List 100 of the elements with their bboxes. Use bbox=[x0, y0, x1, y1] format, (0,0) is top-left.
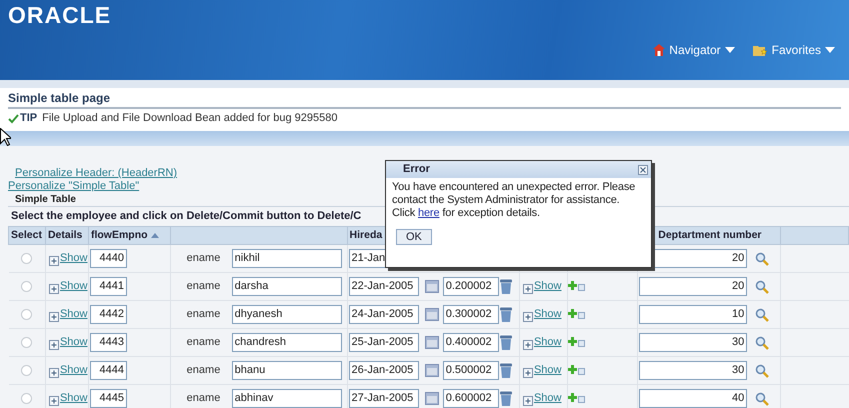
expand-icon[interactable] bbox=[48, 368, 59, 378]
folder-icon bbox=[752, 44, 768, 56]
expand-icon[interactable] bbox=[48, 340, 59, 350]
personalize-link[interactable]: Personalize Header: (HeaderRN) bbox=[15, 167, 178, 180]
column-header[interactable]: Details bbox=[45, 226, 88, 244]
search-icon[interactable] bbox=[755, 308, 770, 322]
ok-button[interactable]: OK bbox=[396, 229, 432, 245]
empno-field[interactable]: 4441 bbox=[90, 277, 127, 296]
show-link[interactable]: Show bbox=[60, 334, 88, 351]
error-message: You have encountered an unexpected error. Please contact the System Administrator for assistance. Click here for exception details. bbox=[391, 180, 636, 220]
rate-field[interactable]: 0.200002 bbox=[442, 277, 499, 296]
rate-field[interactable]: 0.500002 bbox=[442, 361, 499, 380]
row-radio[interactable] bbox=[21, 392, 32, 404]
empno-field[interactable]: 4443 bbox=[90, 333, 127, 352]
empno-field[interactable]: 4445 bbox=[90, 389, 127, 408]
search-icon[interactable] bbox=[755, 392, 770, 406]
expand-icon[interactable] bbox=[522, 340, 533, 350]
department-field[interactable]: 30 bbox=[639, 361, 748, 380]
add-icon[interactable] bbox=[568, 309, 586, 320]
add-icon[interactable] bbox=[568, 393, 586, 404]
add-icon[interactable] bbox=[568, 365, 586, 376]
show-link[interactable]: Show bbox=[534, 306, 562, 323]
calendar-icon[interactable] bbox=[424, 308, 439, 321]
rate-field[interactable]: 0.400002 bbox=[442, 333, 499, 352]
oracle-logo: ORACLE bbox=[8, 2, 112, 28]
trash-icon[interactable] bbox=[500, 335, 512, 350]
calendar-icon[interactable] bbox=[424, 364, 439, 377]
expand-icon[interactable] bbox=[522, 396, 533, 406]
row-radio[interactable] bbox=[21, 364, 32, 376]
hiredate-field[interactable]: 27-Jan-2005 bbox=[348, 389, 419, 408]
ename-label: ename bbox=[186, 279, 222, 294]
add-icon[interactable] bbox=[568, 281, 586, 292]
ename-field[interactable]: bhanu bbox=[232, 361, 342, 380]
menu-button[interactable]: Navigator bbox=[653, 41, 735, 59]
ename-field[interactable]: abhinav bbox=[232, 389, 342, 408]
trash-icon[interactable] bbox=[500, 279, 512, 294]
ename-label: ename bbox=[186, 335, 222, 350]
trash-icon[interactable] bbox=[500, 363, 512, 378]
calendar-icon[interactable] bbox=[424, 280, 439, 293]
search-icon[interactable] bbox=[755, 336, 770, 350]
expand-icon[interactable] bbox=[48, 312, 59, 322]
search-icon[interactable] bbox=[755, 364, 770, 378]
personalize-link[interactable]: Personalize "Simple Table" bbox=[8, 180, 140, 193]
show-link[interactable]: Show bbox=[60, 390, 88, 407]
ename-field[interactable]: dhyanesh bbox=[232, 305, 342, 324]
hiredate-field[interactable]: 22-Jan-2005 bbox=[348, 277, 419, 296]
ename-label: ename bbox=[186, 391, 222, 406]
calendar-icon[interactable] bbox=[424, 392, 439, 405]
column-header[interactable]: Select bbox=[8, 226, 46, 244]
rate-field[interactable]: 0.600002 bbox=[442, 389, 499, 408]
show-link[interactable]: Show bbox=[534, 334, 562, 351]
close-icon[interactable] bbox=[638, 164, 648, 174]
ename-label: ename bbox=[186, 251, 222, 266]
row-radio[interactable] bbox=[21, 308, 32, 320]
ename-field[interactable]: nikhil bbox=[232, 249, 342, 268]
expand-icon[interactable] bbox=[48, 284, 59, 294]
trash-icon[interactable] bbox=[500, 307, 512, 322]
details-link[interactable]: here bbox=[418, 207, 440, 219]
search-icon[interactable] bbox=[755, 280, 770, 294]
page-title: Simple table page bbox=[8, 91, 112, 106]
show-link[interactable]: Show bbox=[534, 362, 562, 379]
show-link[interactable]: Show bbox=[534, 278, 562, 295]
hiredate-field[interactable]: 26-Jan-2005 bbox=[348, 361, 419, 380]
row-radio[interactable] bbox=[21, 280, 32, 292]
hiredate-field[interactable]: 24-Jan-2005 bbox=[348, 305, 419, 324]
home-icon bbox=[653, 44, 666, 56]
column-header[interactable]: flowEmpno bbox=[88, 226, 170, 244]
expand-icon[interactable] bbox=[522, 368, 533, 378]
show-link[interactable]: Show bbox=[60, 250, 88, 267]
department-field[interactable]: 20 bbox=[639, 277, 748, 296]
row-radio[interactable] bbox=[21, 252, 32, 264]
department-field[interactable]: 30 bbox=[639, 333, 748, 352]
check-icon bbox=[8, 114, 19, 124]
calendar-icon[interactable] bbox=[424, 336, 439, 349]
hiredate-field[interactable]: 25-Jan-2005 bbox=[348, 333, 419, 352]
search-icon[interactable] bbox=[755, 252, 770, 266]
show-link[interactable]: Show bbox=[60, 306, 88, 323]
department-field[interactable]: 10 bbox=[639, 305, 748, 324]
ename-field[interactable]: darsha bbox=[232, 277, 342, 296]
add-icon[interactable] bbox=[568, 337, 586, 348]
expand-icon[interactable] bbox=[48, 256, 59, 266]
ename-label: ename bbox=[186, 307, 222, 322]
empno-field[interactable]: 4442 bbox=[90, 305, 127, 324]
expand-icon[interactable] bbox=[522, 312, 533, 322]
empno-field[interactable]: 4444 bbox=[90, 361, 127, 380]
trash-icon[interactable] bbox=[500, 391, 512, 406]
show-link[interactable]: Show bbox=[60, 278, 88, 295]
empno-field[interactable]: 4440 bbox=[90, 249, 127, 268]
expand-icon[interactable] bbox=[48, 396, 59, 406]
ename-label: ename bbox=[186, 363, 222, 378]
menu-button[interactable]: Favorites bbox=[752, 41, 835, 59]
row-radio[interactable] bbox=[21, 336, 32, 348]
ename-field[interactable]: chandresh bbox=[232, 333, 342, 352]
department-field[interactable]: 40 bbox=[639, 389, 748, 408]
rate-field[interactable]: 0.300002 bbox=[442, 305, 499, 324]
show-link[interactable]: Show bbox=[60, 362, 88, 379]
tip-label: TIP bbox=[20, 111, 38, 126]
expand-icon[interactable] bbox=[522, 284, 533, 294]
show-link[interactable]: Show bbox=[534, 390, 562, 407]
table-title: Simple Table bbox=[15, 193, 76, 206]
